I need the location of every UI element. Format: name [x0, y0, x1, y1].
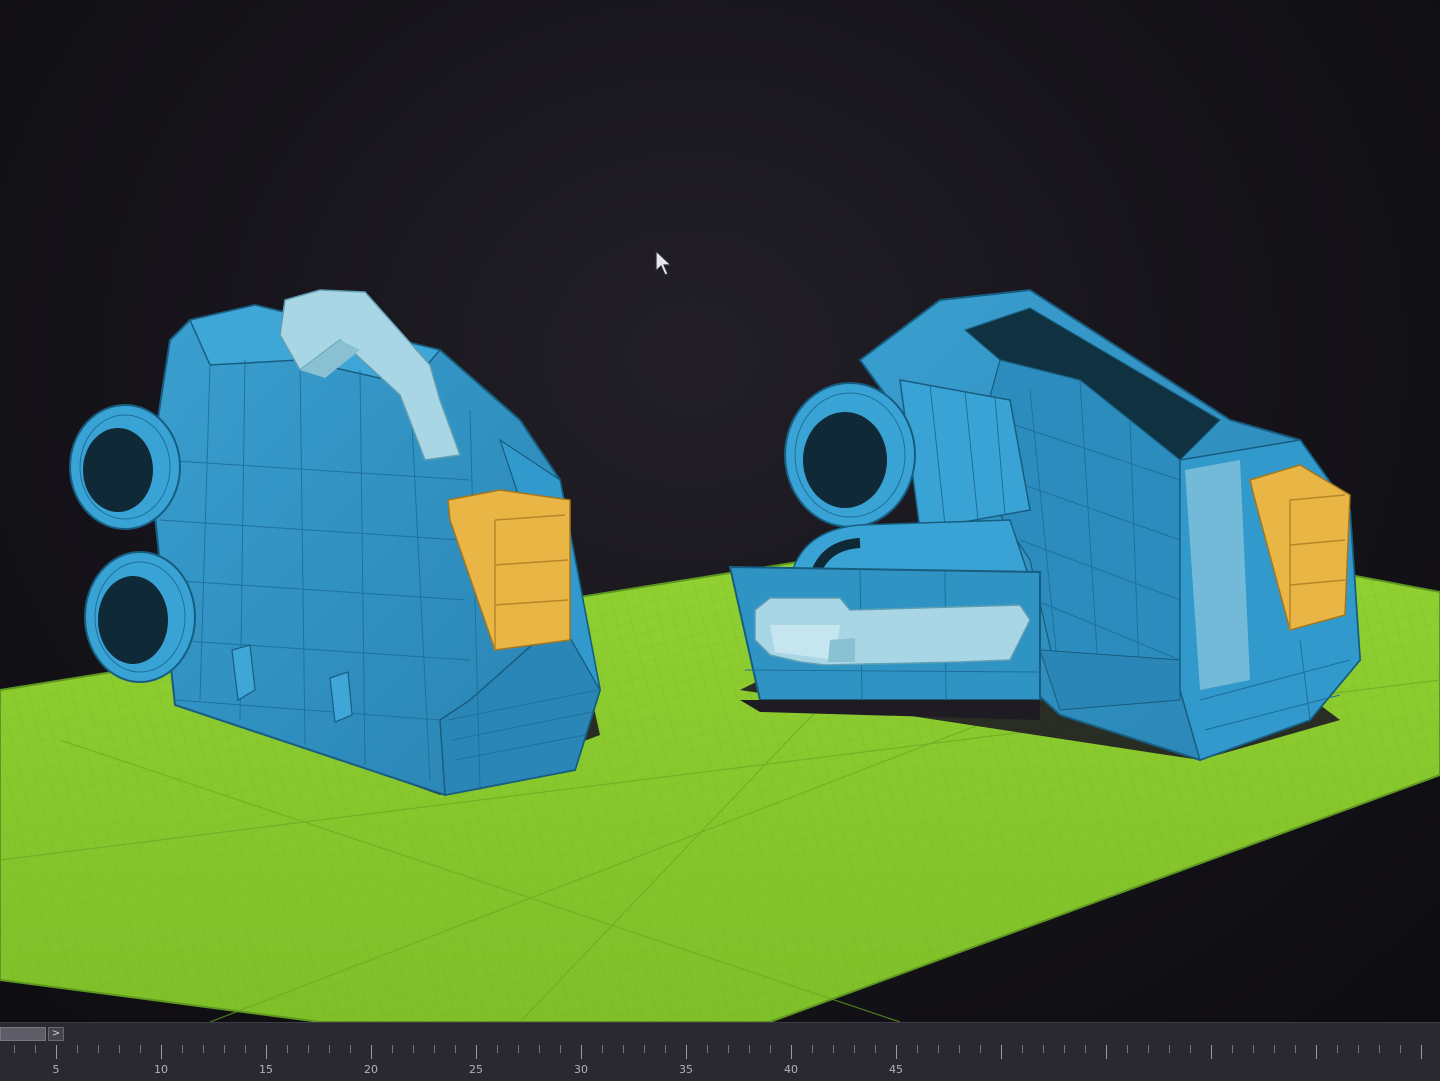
ruler-minor-tick [413, 1045, 414, 1053]
ruler-label: 40 [784, 1063, 798, 1076]
ruler-minor-tick [245, 1045, 246, 1053]
ruler-minor-tick [350, 1045, 351, 1053]
ruler-label: 15 [259, 1063, 273, 1076]
ruler-minor-tick [287, 1045, 288, 1053]
ruler-minor-tick [1400, 1045, 1401, 1053]
ruler-minor-tick [1085, 1045, 1086, 1053]
ruler-minor-tick [392, 1045, 393, 1053]
ruler-minor-tick [623, 1045, 624, 1053]
ruler-major-tick [1421, 1045, 1422, 1059]
ruler-minor-tick [119, 1045, 120, 1053]
ruler-minor-tick [1148, 1045, 1149, 1053]
ruler-minor-tick [854, 1045, 855, 1053]
ruler-minor-tick [203, 1045, 204, 1053]
ruler-minor-tick [665, 1045, 666, 1053]
ruler-minor-tick [35, 1045, 36, 1053]
3d-viewport[interactable] [0, 0, 1440, 1022]
ruler-minor-tick [182, 1045, 183, 1053]
ruler-minor-tick [1127, 1045, 1128, 1053]
time-next-button[interactable]: > [48, 1027, 64, 1041]
ruler-label: 45 [889, 1063, 903, 1076]
ruler-minor-tick [560, 1045, 561, 1053]
ruler-label: 35 [679, 1063, 693, 1076]
ruler-major-tick [1106, 1045, 1107, 1059]
ruler-major-tick [56, 1045, 57, 1059]
ruler-minor-tick [14, 1045, 15, 1053]
ruler-minor-tick [833, 1045, 834, 1053]
ruler-minor-tick [518, 1045, 519, 1053]
arrow-cursor-icon [655, 250, 673, 276]
right-upper-thruster[interactable] [784, 379, 1031, 531]
left-upper-thruster[interactable] [69, 404, 181, 530]
ruler-minor-tick [917, 1045, 918, 1053]
ruler-minor-tick [1169, 1045, 1170, 1053]
ruler-major-tick [1316, 1045, 1317, 1059]
ruler-minor-tick [602, 1045, 603, 1053]
ruler-minor-tick [77, 1045, 78, 1053]
right-front-panel[interactable] [728, 565, 1041, 720]
right-gauntlet-model[interactable] [728, 288, 1362, 762]
ruler-minor-tick [1358, 1045, 1359, 1053]
ruler-major-tick [476, 1045, 477, 1059]
ruler-minor-tick [98, 1045, 99, 1053]
ruler-minor-tick [875, 1045, 876, 1053]
ruler-minor-tick [959, 1045, 960, 1053]
ruler-major-tick [371, 1045, 372, 1059]
ruler-minor-tick [1253, 1045, 1254, 1053]
ruler-minor-tick [1043, 1045, 1044, 1053]
ruler-minor-tick [1274, 1045, 1275, 1053]
ruler-label: 10 [154, 1063, 168, 1076]
ruler-minor-tick [434, 1045, 435, 1053]
time-slider-thumb[interactable] [0, 1027, 46, 1041]
ruler-minor-tick [1379, 1045, 1380, 1053]
ruler-minor-tick [980, 1045, 981, 1053]
ruler-minor-tick [644, 1045, 645, 1053]
ruler-minor-tick [812, 1045, 813, 1053]
ruler-minor-tick [1190, 1045, 1191, 1053]
ruler-label: 25 [469, 1063, 483, 1076]
ruler-major-tick [1001, 1045, 1002, 1059]
ruler-minor-tick [938, 1045, 939, 1053]
ruler-minor-tick [224, 1045, 225, 1053]
ruler-minor-tick [308, 1045, 309, 1053]
ruler-minor-tick [329, 1045, 330, 1053]
ruler-minor-tick [1295, 1045, 1296, 1053]
ruler-minor-tick [539, 1045, 540, 1053]
ruler-major-tick [791, 1045, 792, 1059]
ruler-major-tick [686, 1045, 687, 1059]
ruler-label: 30 [574, 1063, 588, 1076]
scene-canvas[interactable] [0, 0, 1440, 1022]
ruler-major-tick [161, 1045, 162, 1059]
ruler-minor-tick [1064, 1045, 1065, 1053]
time-ruler[interactable]: 5 10 15 20 25 30 35 40 45 [0, 1045, 1440, 1081]
ruler-minor-tick [1232, 1045, 1233, 1053]
ruler-minor-tick [1337, 1045, 1338, 1053]
ruler-major-tick [581, 1045, 582, 1059]
time-slider[interactable]: > [0, 1026, 68, 1042]
ruler-minor-tick [749, 1045, 750, 1053]
ruler-minor-tick [707, 1045, 708, 1053]
ruler-label: 5 [52, 1063, 60, 1076]
ruler-label: 20 [364, 1063, 378, 1076]
ruler-minor-tick [728, 1045, 729, 1053]
ruler-major-tick [896, 1045, 897, 1059]
ruler-minor-tick [497, 1045, 498, 1053]
ruler-major-tick [1211, 1045, 1212, 1059]
left-lower-thruster[interactable] [84, 551, 196, 683]
ruler-minor-tick [770, 1045, 771, 1053]
timeline-panel[interactable]: > 5 10 15 20 25 30 35 40 45 [0, 1022, 1440, 1081]
ruler-minor-tick [140, 1045, 141, 1053]
ruler-major-tick [266, 1045, 267, 1059]
ruler-minor-tick [1022, 1045, 1023, 1053]
ruler-minor-tick [455, 1045, 456, 1053]
